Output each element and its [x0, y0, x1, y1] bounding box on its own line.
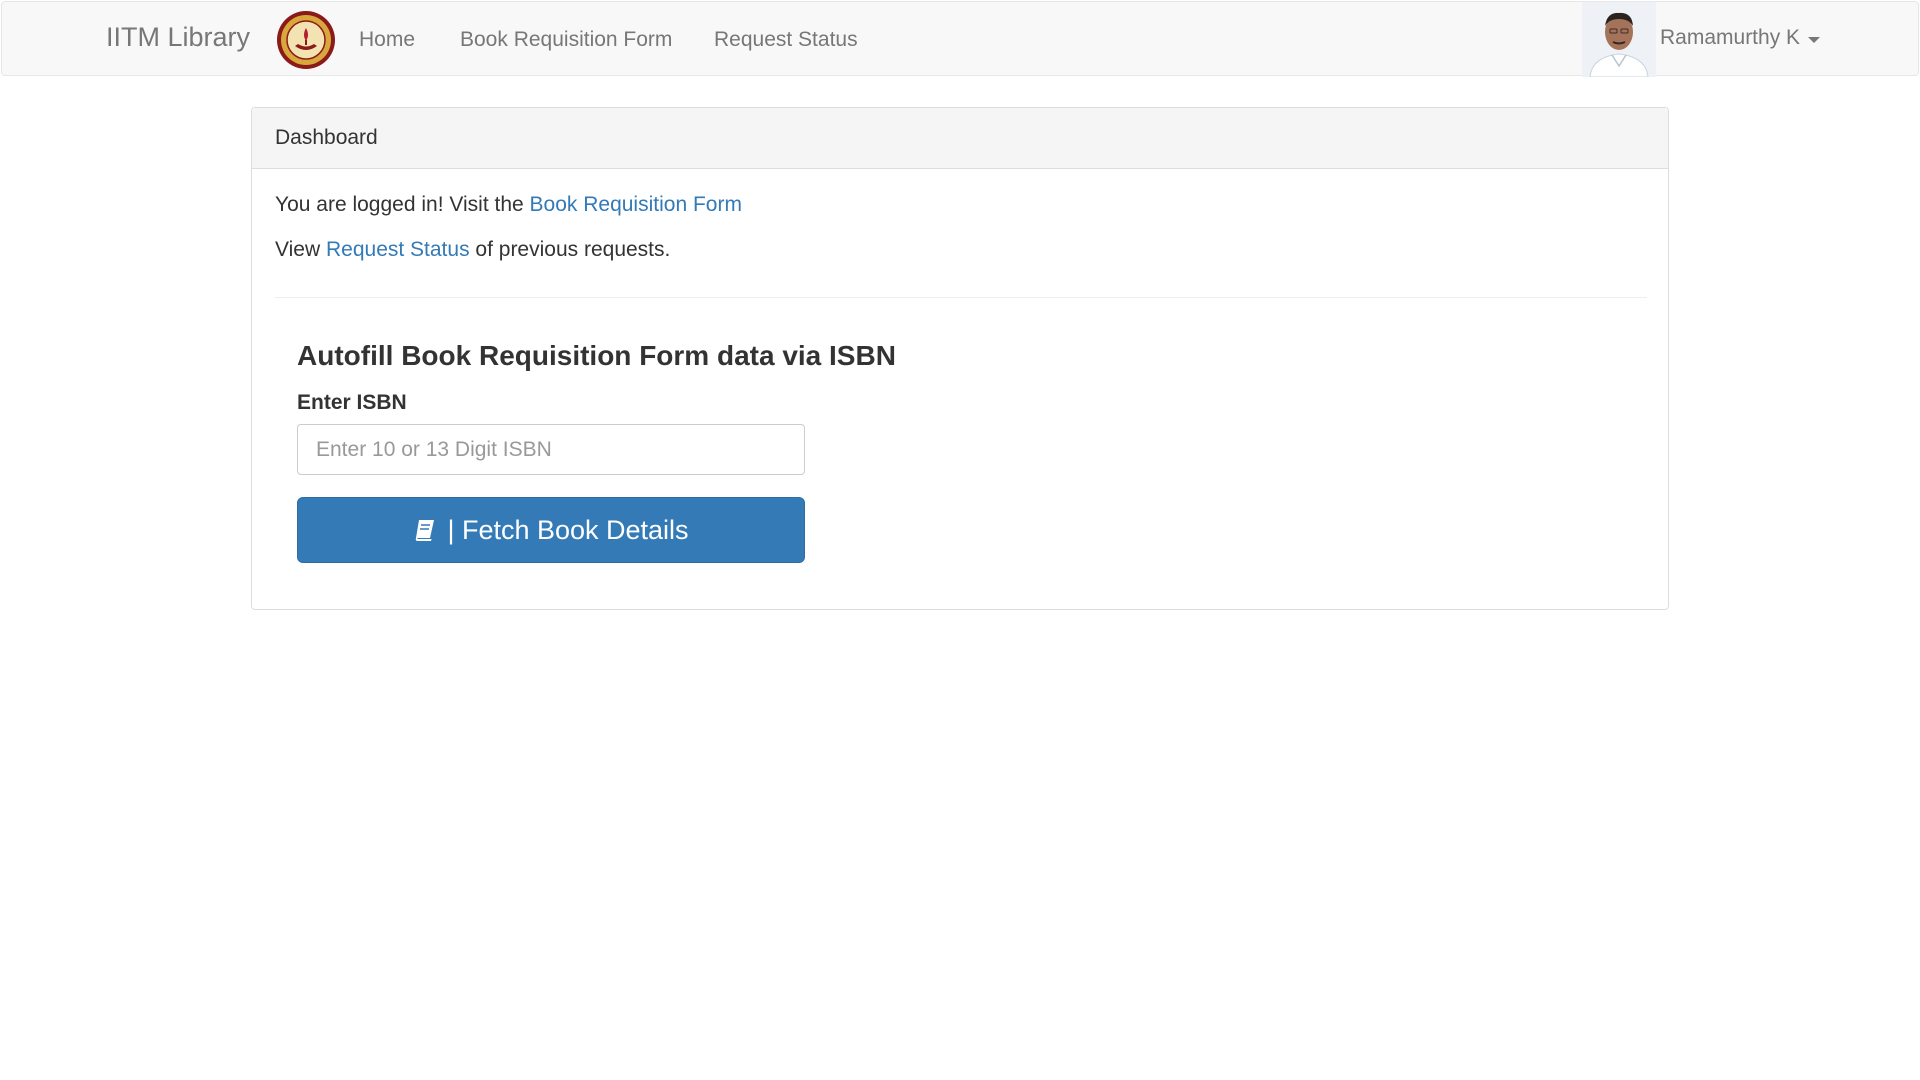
nav-request-status[interactable]: Request Status — [714, 28, 858, 52]
user-avatar[interactable] — [1582, 2, 1656, 77]
iitm-seal-logo-icon — [276, 10, 336, 70]
nav-book-requisition-form[interactable]: Book Requisition Form — [460, 28, 672, 52]
user-dropdown-toggle[interactable]: Ramamurthy K — [1660, 26, 1821, 50]
user-name: Ramamurthy K — [1660, 26, 1801, 49]
isbn-input[interactable] — [297, 424, 805, 475]
panel-heading: Dashboard — [252, 108, 1668, 169]
request-status-link[interactable]: Request Status — [326, 238, 470, 261]
dashboard-panel: Dashboard You are logged in! Visit the B… — [251, 107, 1669, 610]
isbn-label: Enter ISBN — [297, 391, 407, 414]
autofill-title: Autofill Book Requisition Form data via … — [297, 340, 896, 371]
fetch-book-details-button[interactable]: | Fetch Book Details — [297, 497, 805, 563]
nav-home[interactable]: Home — [359, 28, 415, 52]
view-text: View — [275, 238, 326, 261]
logged-in-message: You are logged in! Visit the Book Requis… — [275, 193, 742, 217]
fetch-button-label: | Fetch Book Details — [447, 514, 689, 545]
book-requisition-form-link[interactable]: Book Requisition Form — [530, 193, 742, 216]
previous-requests-text: of previous requests. — [469, 238, 671, 261]
logged-in-text: You are logged in! Visit the — [275, 193, 530, 216]
request-status-message: View Request Status of previous requests… — [275, 238, 670, 262]
divider — [275, 297, 1647, 298]
book-icon — [416, 520, 435, 541]
top-navbar: IITM Library Home Book Requisition Form … — [1, 1, 1919, 77]
caret-down-icon — [1808, 36, 1821, 43]
brand-link[interactable]: IITM Library — [106, 22, 250, 53]
